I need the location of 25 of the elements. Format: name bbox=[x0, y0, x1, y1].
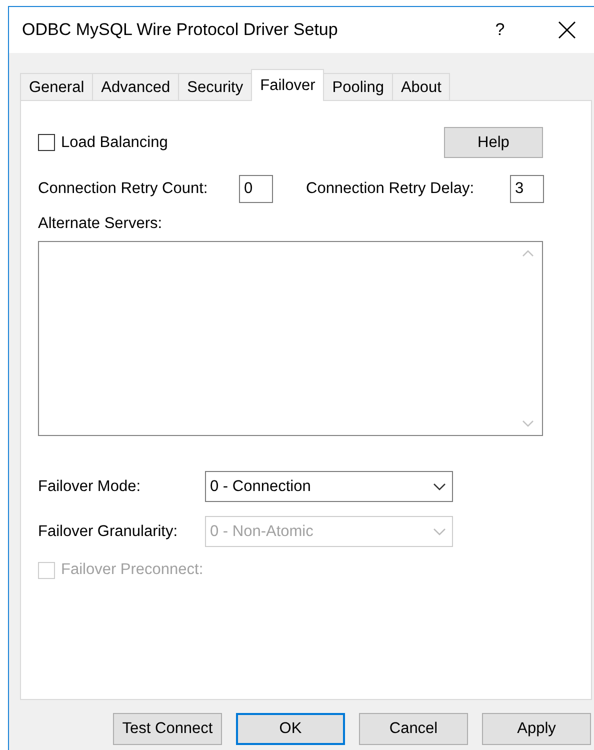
dialog-button[interactable]: Cancel bbox=[359, 713, 468, 745]
caret-icon bbox=[433, 482, 446, 490]
field-label: Alternate Servers: bbox=[38, 215, 162, 232]
field-label: Failover Granularity: bbox=[38, 522, 179, 540]
dialog-button[interactable]: Apply bbox=[482, 713, 591, 745]
field-label: Connection Retry Delay: bbox=[306, 180, 475, 198]
help-title-button[interactable]: ? bbox=[490, 20, 510, 40]
caret-icon bbox=[433, 528, 446, 536]
scroll-down-icon[interactable] bbox=[522, 419, 534, 429]
field-label: Failover Mode: bbox=[38, 478, 142, 496]
load-balancing-checkbox[interactable]: Load Balancing bbox=[38, 134, 168, 152]
close-icon[interactable] bbox=[558, 21, 576, 39]
retry-delay-field[interactable]: 3 bbox=[510, 175, 544, 203]
tab[interactable]: About bbox=[392, 73, 450, 101]
scroll-up-icon[interactable] bbox=[522, 248, 534, 258]
window-title: ODBC MySQL Wire Protocol Driver Setup bbox=[22, 20, 339, 40]
field-label: Connection Retry Count: bbox=[38, 180, 209, 198]
dialog-button[interactable]: Test Connect bbox=[113, 713, 222, 745]
help-button[interactable]: Help bbox=[444, 127, 543, 158]
dialog-button[interactable]: OK bbox=[236, 713, 345, 745]
failover-mode-dropdown[interactable]: 0 - Connection bbox=[205, 471, 453, 502]
tab[interactable]: Failover bbox=[251, 69, 324, 101]
tab[interactable]: General bbox=[20, 73, 94, 101]
alternate-servers-field[interactable] bbox=[38, 241, 543, 436]
retry-count-field[interactable]: 0 bbox=[239, 175, 273, 203]
